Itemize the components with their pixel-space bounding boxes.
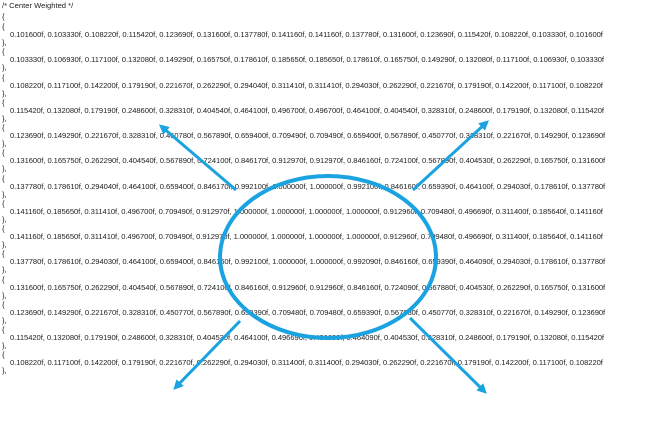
matrix-row-values: 0.137780f, 0.178610f, 0.294030f, 0.46410… [10,257,606,267]
row-open-brace: { [2,198,5,208]
row-open-brace: { [2,299,5,309]
matrix-row-values: 0.101600f, 0.103330f, 0.108220f, 0.11542… [10,30,603,39]
code-comment: /* Center Weighted */ [2,1,74,10]
row-open-brace: { [2,123,5,132]
matrix-row-values: 0.103330f, 0.106930f, 0.117100f, 0.13208… [10,55,604,65]
row-close-brace: }, [2,88,7,98]
matrix-row-values: 0.115420f, 0.132080f, 0.179190f, 0.24860… [10,105,604,115]
matrix-row-values: 0.141160f, 0.185650f, 0.311410f, 0.49670… [10,206,603,216]
array-open-brace: { [2,12,5,21]
row-open-brace: { [2,274,5,284]
row-close-brace: }, [2,38,7,47]
matrix-row-values: 0.123690f, 0.149290f, 0.221670f, 0.32831… [10,307,606,317]
matrix-row-values: 0.131600f, 0.165750f, 0.262290f, 0.40454… [10,156,606,166]
row-close-brace: }, [2,341,7,350]
row-close-brace: }, [2,265,7,275]
matrix-row-values: 0.108220f, 0.117100f, 0.142200f, 0.17919… [10,80,603,90]
row-open-brace: { [2,173,5,183]
row-open-brace: { [2,325,5,334]
code-document: /* Center Weighted */ { {0.101600f, 0.10… [0,0,648,425]
row-close-brace: }, [2,113,7,123]
row-open-brace: { [2,47,5,57]
matrix-row-values: 0.131600f, 0.165750f, 0.262290f, 0.40454… [10,282,606,292]
row-close-brace: }, [2,189,7,199]
row-open-brace: { [2,148,5,158]
row-close-brace: }, [2,315,7,325]
row-open-brace: { [2,350,5,360]
row-close-brace: }, [2,63,7,73]
row-open-brace: { [2,22,5,31]
row-close-brace: }, [2,164,7,174]
row-open-brace: { [2,97,5,107]
row-close-brace: }, [2,366,7,376]
row-close-brace: }, [2,139,7,148]
matrix-row-values: 0.108220f, 0.117100f, 0.142200f, 0.17919… [10,358,603,368]
row-open-brace: { [2,72,5,82]
row-close-brace: }, [2,214,7,224]
row-open-brace: { [2,249,5,259]
matrix-row-values: 0.123690f, 0.149290f, 0.221670f, 0.32831… [10,131,606,140]
row-close-brace: }, [2,290,7,300]
row-close-brace: }, [2,240,7,249]
row-open-brace: { [2,224,5,233]
matrix-row-values: 0.115420f, 0.132080f, 0.179190f, 0.24860… [10,333,604,342]
matrix-row-values: 0.141160f, 0.185650f, 0.311410f, 0.49670… [10,232,603,241]
matrix-row-values: 0.137780f, 0.178610f, 0.294040f, 0.46410… [10,181,606,191]
